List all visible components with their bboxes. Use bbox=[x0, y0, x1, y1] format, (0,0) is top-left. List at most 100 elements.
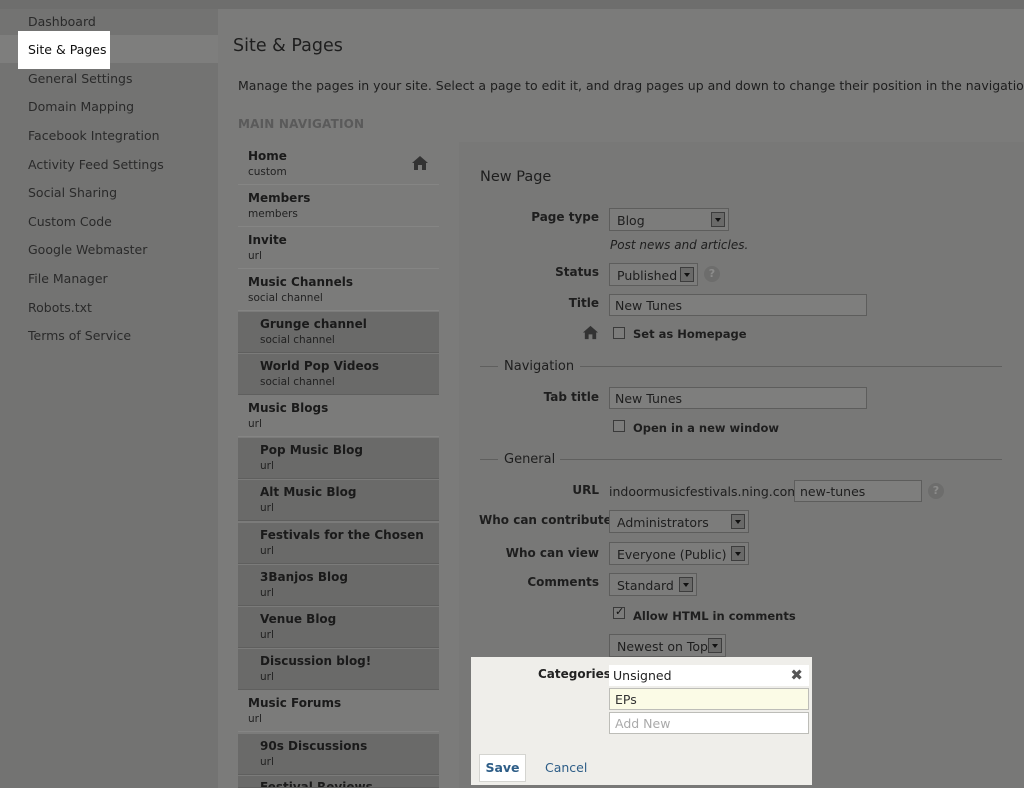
nav-item-title: 3Banjos Blog bbox=[260, 570, 348, 584]
url-input[interactable]: new-tunes bbox=[794, 480, 922, 502]
nav-item-type: url bbox=[260, 756, 274, 768]
sidebar-item-facebook-integration[interactable]: Facebook Integration bbox=[28, 128, 160, 143]
page-description: Manage the pages in your site. Select a … bbox=[238, 78, 1024, 93]
nav-item-music-forums[interactable]: Music Forums url bbox=[238, 691, 439, 732]
nav-item-type: url bbox=[260, 502, 274, 514]
status-select[interactable]: Published bbox=[609, 263, 698, 286]
sidebar-item-activity-feed-settings[interactable]: Activity Feed Settings bbox=[28, 157, 164, 172]
url-label: URL bbox=[572, 483, 599, 497]
navigation-section-title: Navigation bbox=[504, 359, 575, 374]
nav-item-festival-reviews[interactable]: Festival Reviews bbox=[238, 776, 439, 788]
nav-item-title: Music Forums bbox=[248, 696, 342, 710]
sidebar-item-robots-txt[interactable]: Robots.txt bbox=[28, 300, 92, 315]
category-input[interactable]: EPs bbox=[609, 688, 809, 710]
nav-item-title: Grunge channel bbox=[260, 317, 367, 331]
nav-item-home[interactable]: Home custom bbox=[238, 144, 439, 185]
homepage-checkbox[interactable] bbox=[613, 327, 625, 339]
sidebar-item-terms-of-service[interactable]: Terms of Service bbox=[28, 328, 131, 343]
nav-item-3banjos-blog[interactable]: 3Banjos Blog url bbox=[238, 565, 439, 606]
nav-item-type: members bbox=[248, 208, 298, 220]
add-category-input[interactable]: Add New bbox=[609, 712, 809, 734]
nav-item-title: Alt Music Blog bbox=[260, 485, 357, 499]
nav-item-type: social channel bbox=[260, 376, 335, 388]
sidebar-item-file-manager[interactable]: File Manager bbox=[28, 271, 108, 286]
nav-item-title: Festival Reviews bbox=[260, 780, 373, 788]
nav-item-members[interactable]: Members members bbox=[238, 186, 439, 227]
sidebar-item-domain-mapping[interactable]: Domain Mapping bbox=[28, 99, 134, 114]
url-help-icon[interactable]: ? bbox=[928, 483, 944, 499]
page-type-label: Page type bbox=[531, 210, 599, 224]
nav-item-invite[interactable]: Invite url bbox=[238, 228, 439, 269]
nav-item-title: Pop Music Blog bbox=[260, 443, 363, 457]
chevron-down-icon bbox=[731, 546, 745, 561]
nav-item-title: Venue Blog bbox=[260, 612, 337, 626]
contribute-label: Who can contribute bbox=[479, 513, 612, 527]
new-window-checkbox[interactable] bbox=[613, 420, 625, 432]
tab-title-label: Tab title bbox=[543, 390, 599, 404]
nav-item-world-pop-videos[interactable]: World Pop Videos social channel bbox=[238, 354, 439, 395]
nav-item-title: Home bbox=[248, 149, 287, 163]
nav-item-title: Music Channels bbox=[248, 275, 353, 289]
nav-item-title: Members bbox=[248, 191, 311, 205]
nav-item-title: World Pop Videos bbox=[260, 359, 379, 373]
tab-title-input[interactable]: New Tunes bbox=[609, 387, 867, 409]
sidebar: Dashboard Site & Pages General Settings … bbox=[0, 0, 218, 788]
chevron-down-icon bbox=[679, 577, 693, 592]
page-type-select[interactable]: Blog bbox=[609, 208, 729, 231]
nav-item-discussion-blog[interactable]: Discussion blog! url bbox=[238, 649, 439, 690]
nav-item-alt-music-blog[interactable]: Alt Music Blog url bbox=[238, 480, 439, 521]
nav-item-title: 90s Discussions bbox=[260, 739, 368, 753]
url-prefix: indoormusicfestivals.ning.com/ bbox=[609, 484, 804, 499]
nav-item-grunge-channel[interactable]: Grunge channel social channel bbox=[238, 312, 439, 353]
nav-item-music-blogs[interactable]: Music Blogs url bbox=[238, 396, 439, 437]
nav-item-type: social channel bbox=[248, 292, 323, 304]
form-title: New Page bbox=[480, 169, 552, 185]
nav-item-pop-music-blog[interactable]: Pop Music Blog url bbox=[238, 438, 439, 479]
status-help-icon[interactable]: ? bbox=[704, 266, 720, 282]
status-value: Published bbox=[617, 268, 678, 283]
nav-item-type: social channel bbox=[260, 334, 335, 346]
nav-item-type: url bbox=[260, 587, 274, 599]
contribute-select[interactable]: Administrators bbox=[609, 510, 749, 533]
category-tag-label: Unsigned bbox=[613, 668, 672, 683]
sidebar-item-social-sharing[interactable]: Social Sharing bbox=[28, 185, 117, 200]
categories-box: Categories Unsigned ✖ EPs Add New Save C… bbox=[471, 657, 812, 785]
sidebar-item-general-settings[interactable]: General Settings bbox=[28, 71, 133, 86]
nav-item-venue-blog[interactable]: Venue Blog url bbox=[238, 607, 439, 648]
page-type-help: Post news and articles. bbox=[610, 238, 749, 252]
sidebar-item-site-pages[interactable]: Site & Pages bbox=[18, 31, 110, 69]
view-select[interactable]: Everyone (Public) bbox=[609, 542, 749, 565]
save-button[interactable]: Save bbox=[479, 754, 526, 782]
comments-select[interactable]: Standard bbox=[609, 573, 697, 596]
sidebar-item-google-webmaster[interactable]: Google Webmaster bbox=[28, 242, 147, 257]
nav-item-music-channels[interactable]: Music Channels social channel bbox=[238, 270, 439, 311]
allow-html-checkbox[interactable] bbox=[613, 605, 625, 619]
nav-item-type: url bbox=[248, 713, 262, 725]
home-icon bbox=[582, 325, 599, 340]
top-strip bbox=[0, 0, 1024, 9]
sidebar-item-custom-code[interactable]: Custom Code bbox=[28, 214, 112, 229]
section-divider bbox=[580, 366, 1002, 367]
page-title: Site & Pages bbox=[233, 36, 343, 56]
nav-item-title: Invite bbox=[248, 233, 287, 247]
nav-item-festivals-for-the-chosen[interactable]: Festivals for the Chosen url bbox=[238, 523, 439, 564]
section-divider bbox=[480, 366, 498, 367]
category-tag[interactable]: Unsigned ✖ bbox=[609, 665, 809, 686]
section-divider bbox=[560, 459, 1002, 460]
cancel-link[interactable]: Cancel bbox=[545, 760, 587, 775]
comments-label: Comments bbox=[527, 575, 599, 589]
contribute-value: Administrators bbox=[617, 515, 709, 530]
nav-item-title: Discussion blog! bbox=[260, 654, 372, 668]
categories-label: Categories bbox=[538, 667, 611, 681]
comments-value: Standard bbox=[617, 578, 674, 593]
title-input[interactable]: New Tunes bbox=[609, 294, 867, 316]
nav-item-title: Festivals for the Chosen bbox=[260, 528, 424, 542]
nav-item-90s-discussions[interactable]: 90s Discussions url bbox=[238, 734, 439, 775]
comment-sort-select[interactable]: Newest on Top bbox=[609, 634, 726, 657]
sidebar-item-dashboard[interactable]: Dashboard bbox=[28, 14, 96, 29]
close-icon[interactable]: ✖ bbox=[790, 666, 803, 684]
view-label: Who can view bbox=[505, 546, 599, 560]
navigation-section-header: Navigation bbox=[480, 359, 1002, 374]
chevron-down-icon bbox=[711, 212, 725, 227]
general-section-header: General bbox=[480, 452, 1002, 467]
